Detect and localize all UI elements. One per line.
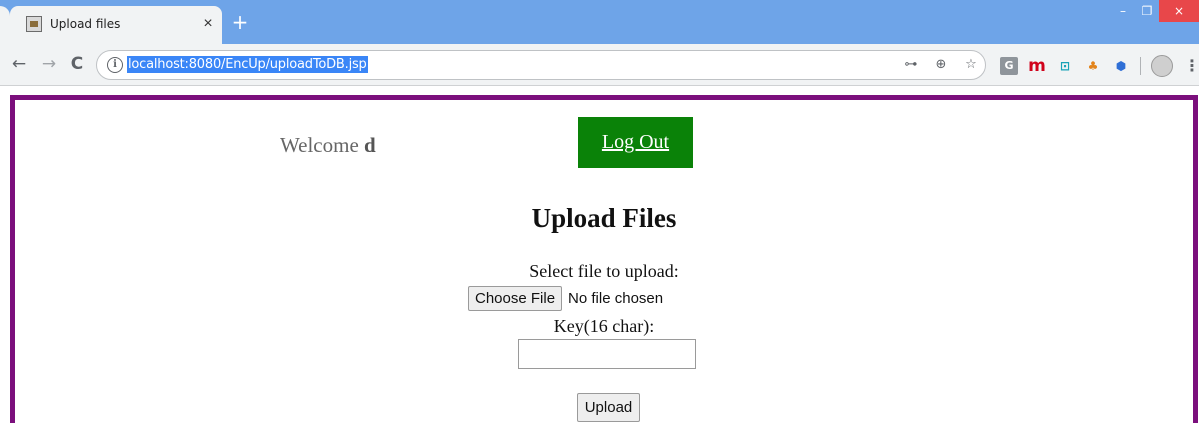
window-controls: – ❐ × <box>1111 0 1199 24</box>
key-label: Key(16 char): <box>553 316 655 336</box>
page-title: Upload Files <box>531 203 677 233</box>
select-file-label: Select file to upload: <box>529 261 679 281</box>
logout-button[interactable]: Log Out <box>578 117 693 168</box>
welcome-message: Welcome d <box>280 133 376 158</box>
browser-toolbar: ← → C i localhost:8080/EncUp/uploadToDB.… <box>0 44 1199 86</box>
tab-bar-edge <box>0 6 10 44</box>
box-extension-icon[interactable]: ⊡ <box>1056 57 1074 75</box>
minimize-button[interactable]: – <box>1111 0 1135 22</box>
g-extension-icon[interactable]: G <box>1000 57 1018 75</box>
username: d <box>364 133 376 157</box>
forward-button[interactable]: → <box>38 53 60 75</box>
profile-avatar-icon[interactable] <box>1151 55 1173 77</box>
address-bar[interactable]: i localhost:8080/EncUp/uploadToDB.jsp ⊶ … <box>96 50 986 80</box>
browser-menu-icon[interactable]: ⋮ <box>1183 57 1199 75</box>
choose-file-button[interactable]: Choose File <box>468 286 563 311</box>
back-button[interactable]: ← <box>8 53 30 75</box>
browser-tab-bar: Upload files × + – ❐ × <box>0 0 1199 44</box>
shield-extension-icon[interactable]: ⬢ <box>1112 57 1130 75</box>
bookmark-star-icon[interactable]: ☆ <box>963 57 979 73</box>
omnibox-icons: ⊶ ⊕ ☆ <box>903 57 979 73</box>
toolbar-divider <box>1140 57 1141 75</box>
zoom-icon[interactable]: ⊕ <box>933 57 949 73</box>
upload-button[interactable]: Upload <box>577 393 640 422</box>
reload-button[interactable]: C <box>66 53 88 75</box>
restore-button[interactable]: ❐ <box>1135 0 1159 22</box>
new-tab-button[interactable]: + <box>230 12 250 32</box>
file-status-text: No file chosen <box>568 290 664 307</box>
browser-tab[interactable]: Upload files × <box>10 6 222 44</box>
url-text[interactable]: localhost:8080/EncUp/uploadToDB.jsp <box>127 56 368 73</box>
tab-title: Upload files <box>50 17 121 31</box>
page-icon <box>26 16 42 32</box>
page-content-frame: Welcome d Log Out Upload Files Select fi… <box>10 95 1198 423</box>
welcome-prefix: Welcome <box>280 133 365 157</box>
window-close-button[interactable]: × <box>1159 0 1199 22</box>
info-icon[interactable]: i <box>107 57 123 73</box>
key-input[interactable] <box>518 339 696 369</box>
tab-close-icon[interactable]: × <box>198 14 218 34</box>
extension-icons: G m ⊡ ♣ ⬢ ⋮ <box>1000 55 1199 77</box>
maple-extension-icon[interactable]: ♣ <box>1084 57 1102 75</box>
m-extension-icon[interactable]: m <box>1028 57 1046 75</box>
file-input[interactable]: Choose File No file chosen <box>468 286 663 311</box>
key-icon[interactable]: ⊶ <box>903 57 919 73</box>
